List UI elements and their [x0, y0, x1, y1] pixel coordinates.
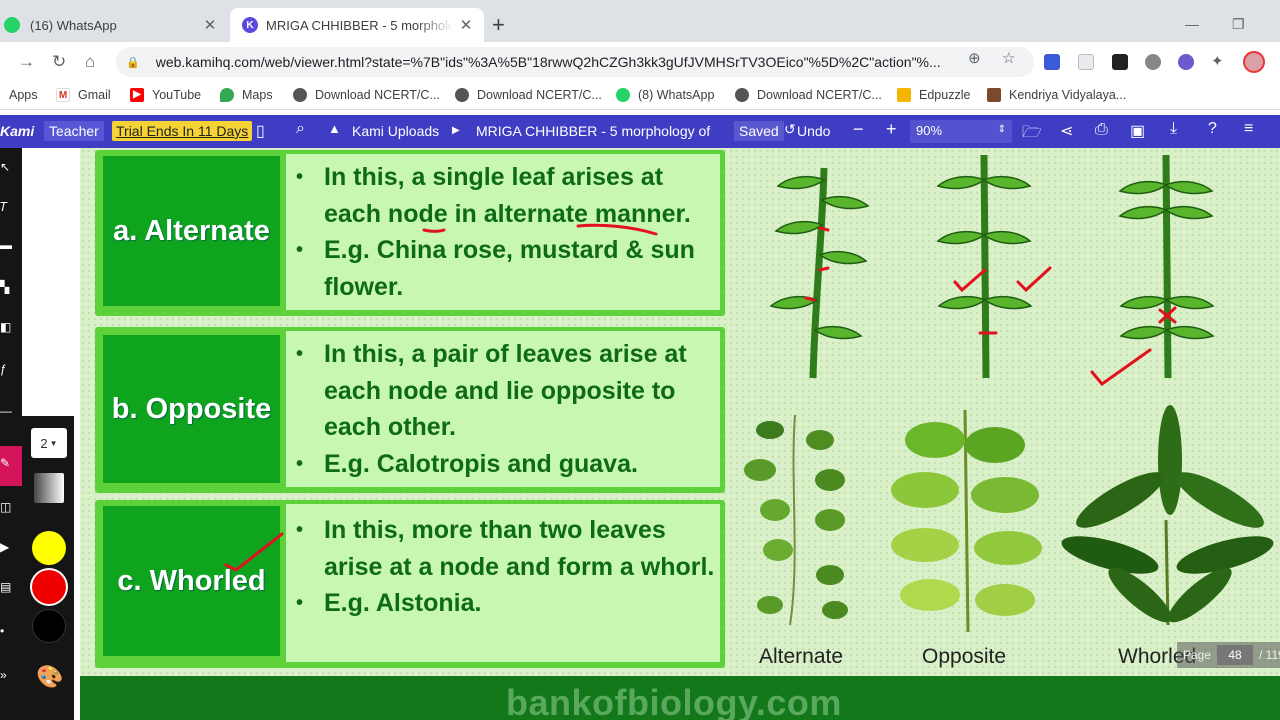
whorled-plant-photo [1061, 405, 1274, 626]
eraser-icon[interactable]: ◫ [0, 500, 12, 514]
clipboard-icon[interactable]: ▤ [0, 580, 12, 594]
expand-icon[interactable]: » [0, 668, 12, 682]
equation-tool-icon[interactable]: ƒ [0, 362, 12, 376]
page-indicator: Page 48 / 119 [1177, 642, 1280, 668]
pen-annotations [224, 223, 1177, 572]
screen: (16) WhatsApp ✕ K MRIGA CHHIBBER - 5 mor… [0, 0, 1280, 720]
side-gap [22, 148, 80, 416]
page-total: / 119 [1259, 648, 1280, 662]
whorled-plant-drawing [1119, 154, 1214, 379]
markup-tool-icon[interactable]: ▚ [0, 280, 12, 294]
pen-size-select[interactable]: 2 ▼ [31, 428, 67, 458]
caption-alternate: Alternate [759, 645, 844, 668]
dot-icon[interactable]: • [0, 624, 12, 638]
shape-tool-icon[interactable]: ◧ [0, 320, 12, 334]
page-number-input[interactable]: 48 [1217, 645, 1253, 665]
pen-size-value: 2 [40, 435, 48, 451]
opacity-swatch[interactable] [34, 473, 64, 503]
alternate-plant-photo [744, 414, 848, 626]
color-swatch-red[interactable] [32, 570, 66, 604]
opposite-plant-photo [891, 409, 1042, 633]
color-swatch-yellow[interactable] [32, 531, 66, 565]
page-label: Page [1183, 648, 1212, 662]
text-tool-icon[interactable]: 𝑇 [0, 200, 12, 215]
select-tool-icon[interactable]: ↖ [0, 160, 12, 174]
media-tool-icon[interactable]: ▶ [0, 540, 12, 554]
tool-palette: ↖ 𝑇 ▬ ▚ ◧ ƒ — ✎ ◫ ▶ ▤ • » [0, 148, 22, 720]
opposite-plant-drawing [937, 154, 1032, 379]
color-swatch-black[interactable] [32, 609, 66, 643]
plant-illustrations [224, 154, 1274, 633]
palette-icon[interactable]: 🎨 [36, 664, 63, 690]
alternate-plant-drawing [770, 167, 869, 379]
watermark-text: bankofbiology.com [506, 682, 842, 720]
pen-icon[interactable]: ✎ [0, 456, 12, 470]
comment-tool-icon[interactable]: ▬ [0, 238, 12, 252]
divider-icon: — [0, 404, 12, 418]
chevron-down-icon: ▼ [49, 438, 58, 448]
caption-opposite: Opposite [922, 645, 1007, 668]
